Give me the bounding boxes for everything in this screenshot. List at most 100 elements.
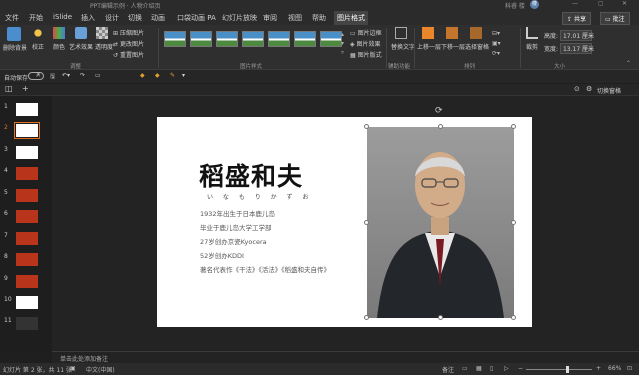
autosave-toggle[interactable]: 关	[28, 72, 44, 80]
brush-icon[interactable]: ✎	[170, 72, 175, 79]
zoom-icon[interactable]: ⊙	[574, 85, 580, 93]
artistic-effects-button[interactable]: 艺术效果	[69, 27, 93, 51]
tab-slideshow[interactable]: 幻灯片放映	[222, 13, 257, 23]
settings-icon[interactable]: ⚙	[586, 85, 592, 93]
slide-thumbnail-selected[interactable]	[14, 122, 40, 139]
avatar[interactable]: 楼	[530, 0, 539, 9]
resize-handle[interactable]	[438, 315, 443, 320]
slide-thumbnail[interactable]	[16, 296, 38, 309]
send-backward-icon	[446, 27, 458, 39]
picture-layout-button[interactable]: ▦ 图片版式	[350, 50, 382, 59]
bring-forward-button[interactable]: 上移一层	[417, 27, 441, 51]
start-from-beginning-icon[interactable]: ▭	[95, 72, 101, 79]
slideshow-icon[interactable]: ▷	[504, 365, 509, 372]
user-name[interactable]: 科睿 楼	[505, 1, 525, 10]
save-icon[interactable]: 🖫	[50, 72, 55, 82]
comments-button[interactable]: ▭ 批注	[600, 12, 630, 25]
slide-sorter-icon[interactable]: ▦	[476, 365, 482, 372]
close-icon[interactable]: ✕	[622, 0, 627, 7]
reset-picture-button[interactable]: ↺ 重置图片	[113, 50, 144, 59]
selection-pane-button[interactable]: 选择窗格	[465, 27, 489, 51]
picture-style-3[interactable]	[216, 31, 238, 47]
gallery-scroll-icon[interactable]: ▴ ▾ ▿	[341, 30, 344, 57]
picture-style-4[interactable]	[242, 31, 264, 47]
fit-slide-icon[interactable]: ⊡	[627, 365, 632, 372]
current-slide[interactable]: 稻盛和夫 い な も り か ず お 1932年出生于日本鹿儿岛 毕业于鹿儿岛大…	[157, 117, 532, 327]
thumbnail-pane-icon[interactable]: ◫	[5, 84, 13, 93]
notes-toggle[interactable]: 备注	[442, 365, 454, 374]
tab-animations[interactable]: 动画	[151, 13, 165, 23]
zoom-level[interactable]: 66%	[608, 365, 621, 372]
normal-view-icon[interactable]: ▭	[462, 365, 468, 372]
resize-handle[interactable]	[438, 124, 443, 129]
send-backward-button[interactable]: 下移一层	[441, 27, 465, 51]
resize-handle[interactable]	[364, 220, 369, 225]
minimize-icon[interactable]: —	[572, 0, 578, 7]
picture-effects-button[interactable]: ◈ 图片效果	[350, 39, 381, 48]
tab-help[interactable]: 帮助	[312, 13, 326, 23]
resize-handle[interactable]	[511, 315, 516, 320]
picture-style-5[interactable]	[268, 31, 290, 47]
undo-icon[interactable]: ↶▾	[62, 72, 70, 79]
align-rotate-icons[interactable]: ⊟▾ ▣▾ ⟳▾	[492, 29, 501, 59]
resize-handle[interactable]	[511, 124, 516, 129]
maximize-icon[interactable]: ▢	[598, 0, 604, 7]
tab-review[interactable]: 审阅	[263, 13, 277, 23]
slide-thumbnail[interactable]	[16, 210, 38, 223]
tab-pocket-animation[interactable]: 口袋动画 PA	[177, 13, 216, 23]
tab-design[interactable]: 设计	[105, 13, 119, 23]
share-button[interactable]: ⇪ 共享	[562, 12, 591, 25]
slide-thumbnail[interactable]	[16, 253, 38, 266]
tab-view[interactable]: 视图	[288, 13, 302, 23]
reading-view-icon[interactable]: ▯	[490, 365, 493, 372]
language-indicator[interactable]: 中文(中国)	[86, 365, 115, 374]
picture-style-6[interactable]	[294, 31, 316, 47]
picture-style-7[interactable]	[320, 31, 342, 47]
resize-handle[interactable]	[364, 315, 369, 320]
zoom-slider[interactable]	[526, 369, 592, 370]
slide-thumbnail[interactable]	[16, 146, 38, 159]
tab-home[interactable]: 开始	[29, 13, 43, 23]
resize-handle[interactable]	[364, 124, 369, 129]
zoom-in-icon[interactable]: +	[596, 365, 601, 372]
color-button[interactable]: 颜色	[51, 27, 67, 51]
tab-islide[interactable]: iSlide	[53, 13, 72, 21]
picture-border-button[interactable]: ▭ 图片边框	[350, 28, 382, 37]
slide-thumbnail[interactable]	[16, 232, 38, 245]
zoom-slider-thumb[interactable]	[566, 366, 569, 373]
tab-picture-format[interactable]: 图片格式	[334, 11, 368, 26]
slide-thumbnail[interactable]	[16, 317, 38, 330]
slide-thumbnail[interactable]	[16, 189, 38, 202]
add-slide-icon[interactable]: +	[22, 84, 29, 93]
crop-button[interactable]: 裁剪	[524, 27, 540, 51]
picture-style-1[interactable]	[164, 31, 186, 47]
format-painter-icon[interactable]: ◆	[140, 72, 145, 79]
switch-pane-button[interactable]: 切换窗格	[597, 86, 621, 95]
picture-style-2[interactable]	[190, 31, 212, 47]
paste-icon[interactable]: ◆	[155, 72, 160, 79]
height-input[interactable]: 17.01 厘米	[559, 30, 594, 41]
collapse-ribbon-icon[interactable]: ⌃	[626, 60, 631, 67]
notes-pane[interactable]: 单击此处添加备注	[52, 351, 639, 363]
customize-qat-icon[interactable]: ▾	[182, 72, 185, 79]
tab-insert[interactable]: 插入	[81, 13, 95, 23]
slide-thumbnail[interactable]	[16, 275, 38, 288]
corrections-button[interactable]: 校正	[30, 27, 46, 51]
remove-background-button[interactable]: 删除背景	[3, 27, 27, 52]
compress-pictures-button[interactable]: ⊞ 压缩图片	[113, 28, 144, 37]
zoom-out-icon[interactable]: −	[518, 365, 523, 372]
slide-thumbnail[interactable]	[16, 167, 38, 180]
border-icon: ▭	[350, 30, 356, 37]
redo-icon[interactable]: ↷	[80, 72, 85, 79]
width-input[interactable]: 13.17 厘米	[559, 43, 594, 54]
spellcheck-icon[interactable]: ▣	[70, 365, 76, 372]
tab-transitions[interactable]: 切换	[128, 13, 142, 23]
rotate-handle-icon[interactable]: ⟳	[435, 106, 443, 116]
portrait-photo[interactable]	[367, 127, 514, 318]
change-picture-button[interactable]: ⇄ 更改图片	[113, 39, 144, 48]
resize-handle[interactable]	[511, 220, 516, 225]
alt-text-button[interactable]: 替换文字	[391, 27, 415, 51]
tab-file[interactable]: 文件	[5, 13, 19, 23]
slide-thumbnail[interactable]	[16, 103, 38, 116]
transparency-button[interactable]: 透明度	[95, 27, 113, 51]
